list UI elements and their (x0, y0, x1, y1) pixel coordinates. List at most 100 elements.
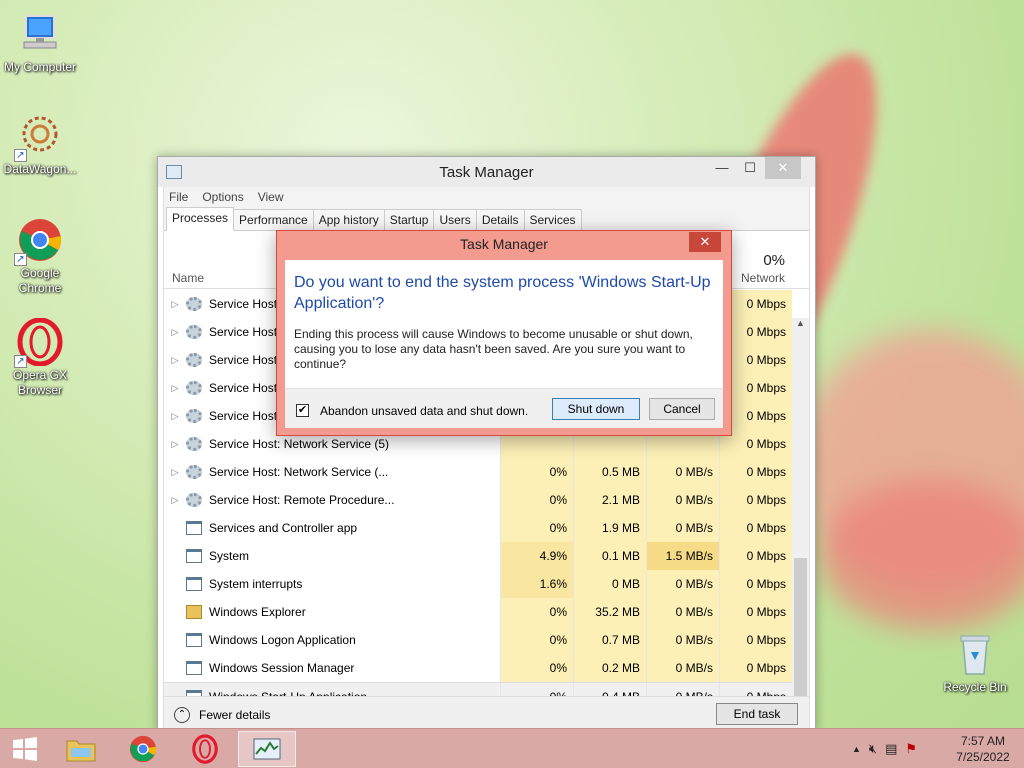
clock-date: 7/25/2022 (956, 750, 1010, 764)
process-memory: 0.1 MB (573, 542, 646, 570)
table-row[interactable]: ▷ Service Host: Remote Procedure... 0% 2.1 … (164, 486, 792, 514)
desktop-icon-chrome[interactable]: ↗ Google Chrome (0, 216, 80, 296)
checkbox-label[interactable]: Abandon unsaved data and shut down. (320, 404, 528, 418)
expand-arrow-icon[interactable]: ▷ (164, 411, 186, 422)
maximize-button[interactable]: ☐ (735, 157, 765, 179)
scrollbar-thumb[interactable] (794, 558, 807, 708)
chrome-icon[interactable] (118, 731, 168, 767)
column-network[interactable]: Network (741, 271, 785, 285)
tab-processes[interactable]: Processes (166, 207, 235, 231)
process-cpu: 0% (500, 486, 573, 514)
process-network: 0 Mbps (719, 486, 792, 514)
expand-arrow-icon[interactable]: ▷ (164, 439, 186, 450)
shortcut-arrow-icon: ↗ (14, 355, 27, 368)
process-memory: 35.2 MB (573, 598, 646, 626)
expand-arrow-icon[interactable]: ▷ (164, 467, 186, 478)
end-process-dialog[interactable]: Task Manager ✕ Do you want to end the sy… (276, 230, 732, 436)
gear-icon (186, 353, 202, 367)
desktop-icon-label: DataWagon... (3, 162, 77, 176)
app-window-icon (186, 661, 202, 675)
footer: ⌃ Fewer details End task (164, 696, 809, 731)
process-name: Service Host: Remote Procedure... (209, 493, 395, 507)
wallpaper-petal (820, 480, 1024, 630)
desktop-icon-recycle-bin[interactable]: Recycle Bin (935, 630, 1015, 695)
column-name[interactable]: Name (172, 271, 204, 285)
process-cpu: 1.6% (500, 570, 573, 598)
menu-view[interactable]: View (258, 190, 284, 204)
action-center-flag-icon[interactable]: ⚑ (905, 741, 917, 757)
windows-start-icon[interactable] (0, 731, 50, 767)
tab-startup[interactable]: Startup (383, 209, 435, 230)
minimize-button[interactable]: — (707, 157, 737, 179)
shortcut-arrow-icon: ↗ (14, 149, 27, 162)
task-manager-icon[interactable] (238, 731, 296, 767)
tab-app-history[interactable]: App history (312, 209, 385, 230)
opera-icon[interactable] (180, 731, 230, 767)
app-window-icon (186, 549, 202, 563)
file-explorer-icon[interactable] (56, 731, 106, 767)
recycle-bin-icon (951, 630, 999, 678)
scroll-up-arrow-icon[interactable]: ▲ (792, 318, 809, 332)
network-icon[interactable]: ▤ (885, 741, 897, 757)
menu-file[interactable]: File (169, 190, 188, 204)
end-task-button[interactable]: End task (716, 703, 798, 725)
chevron-up-circle-icon[interactable]: ⌃ (174, 707, 190, 723)
table-row[interactable]: Windows Logon Application 0% 0.7 MB 0 MB/s 0… (164, 626, 792, 654)
expand-arrow-icon[interactable]: ▷ (164, 299, 186, 310)
cancel-button[interactable]: Cancel (649, 398, 715, 420)
process-cpu: 4.9% (500, 542, 573, 570)
tab-details[interactable]: Details (475, 209, 525, 230)
tab-services[interactable]: Services (523, 209, 582, 230)
process-name: Windows Explorer (209, 605, 306, 619)
process-memory: 0.5 MB (573, 458, 646, 486)
clock[interactable]: 7:57 AM 7/25/2022 (948, 733, 1018, 765)
process-name: Windows Logon Application (209, 633, 356, 647)
gear-icon (186, 493, 202, 507)
expand-arrow-icon[interactable]: ▷ (164, 355, 186, 366)
volume-muted-icon[interactable]: 🔇︎ (869, 741, 877, 757)
close-button[interactable]: ✕ (765, 157, 801, 179)
abandon-data-checkbox[interactable]: ✔ (296, 404, 309, 417)
process-network: 0 Mbps (719, 542, 792, 570)
dialog-close-button[interactable]: ✕ (689, 232, 721, 252)
table-row[interactable]: Windows Explorer 0% 35.2 MB 0 MB/s 0 Mbps (164, 598, 792, 626)
process-network: 0 Mbps (719, 598, 792, 626)
shortcut-arrow-icon: ↗ (14, 253, 27, 266)
process-disk: 0 MB/s (646, 458, 719, 486)
tab-users[interactable]: Users (433, 209, 477, 230)
column-network-percent: 0% (763, 252, 785, 269)
opera-gx-icon: ↗ (14, 317, 64, 368)
process-disk: 1.5 MB/s (646, 542, 719, 570)
process-cpu: 0% (500, 514, 573, 542)
process-memory: 1.9 MB (573, 514, 646, 542)
app-window-icon (186, 577, 202, 591)
title-bar[interactable]: Task Manager — ☐ ✕ (158, 157, 815, 187)
folder-icon (186, 605, 202, 619)
shut-down-button[interactable]: Shut down (552, 398, 640, 420)
process-disk: 0 MB/s (646, 626, 719, 654)
process-disk: 0 MB/s (646, 486, 719, 514)
table-row[interactable]: System interrupts 1.6% 0 MB 0 MB/s 0 Mbps (164, 570, 792, 598)
gear-icon (186, 409, 202, 423)
menu-options[interactable]: Options (202, 190, 243, 204)
vertical-scrollbar[interactable]: ▲ ▼ (792, 318, 809, 728)
desktop-icon-my-computer[interactable]: My Computer (0, 10, 80, 75)
chrome-icon: ↗ (14, 216, 64, 266)
desktop-icon-opera-gx[interactable]: ↗ Opera GX Browser (0, 317, 80, 398)
show-hidden-icons-icon[interactable]: ▲ (852, 744, 861, 754)
desktop-icon-datawagon[interactable]: ↗ DataWagon... (0, 112, 80, 177)
gear-icon (186, 465, 202, 479)
table-row[interactable]: Windows Session Manager 0% 0.2 MB 0 MB/s 0 M… (164, 654, 792, 682)
desktop-icon-label: My Computer (3, 60, 77, 74)
table-row[interactable]: System 4.9% 0.1 MB 1.5 MB/s 0 Mbps (164, 542, 792, 570)
tab-performance[interactable]: Performance (233, 209, 314, 230)
process-cpu: 0% (500, 654, 573, 682)
process-disk: 0 MB/s (646, 570, 719, 598)
expand-arrow-icon[interactable]: ▷ (164, 327, 186, 338)
fewer-details-link[interactable]: Fewer details (199, 708, 270, 722)
table-row[interactable]: ▷ Service Host: Network Service (... 0% 0.5… (164, 458, 792, 486)
expand-arrow-icon[interactable]: ▷ (164, 383, 186, 394)
expand-arrow-icon[interactable]: ▷ (164, 495, 186, 506)
table-row[interactable]: Services and Controller app 0% 1.9 MB 0 MB/… (164, 514, 792, 542)
process-network: 0 Mbps (719, 514, 792, 542)
